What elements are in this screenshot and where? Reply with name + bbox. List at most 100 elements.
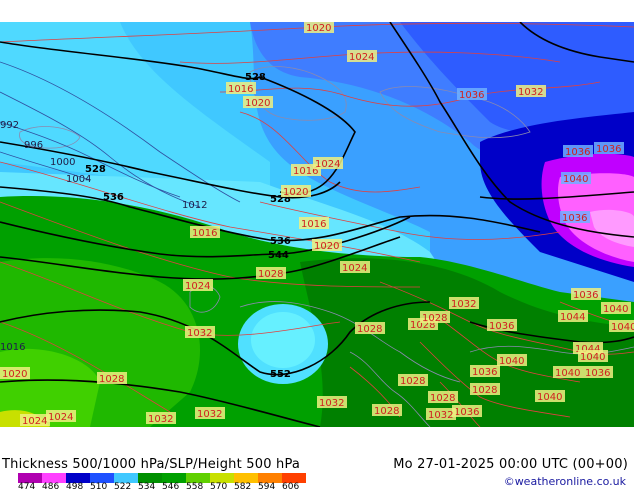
slp-label-text: 1036 [562, 213, 587, 224]
slp-label-text: 1024 [48, 412, 73, 423]
slp-label: 1040 [601, 302, 631, 315]
color-scale-tick: 594 [258, 482, 276, 492]
cutoff-low-inner [251, 312, 315, 368]
slp-label-text: 1028 [430, 393, 455, 404]
color-scale-ticks: 474 486 498 510 522 534 546 558 570 582 594 606 [18, 482, 306, 492]
slp-label: 1012 [182, 200, 207, 211]
slp-label-text: 1024 [342, 263, 367, 274]
slp-label: 1036 [571, 288, 601, 301]
slp-label-text: 1044 [560, 312, 585, 323]
slp-label: 1040 [535, 390, 565, 403]
slp-label-text: 1040 [563, 174, 588, 185]
slp-label-text: 1000 [50, 157, 75, 168]
slp-label-text: 1032 [187, 328, 212, 339]
slp-label: 1036 [487, 319, 517, 332]
slp-label-text: 1032 [319, 398, 344, 409]
slp-label-text: 1032 [148, 414, 173, 425]
slp-label: 1040 [609, 320, 634, 333]
slp-label-text: 1028 [99, 374, 124, 385]
slp-label: 1028 [428, 391, 458, 404]
slp-label: 1016 [0, 342, 25, 353]
slp-label-text: 1036 [565, 147, 590, 158]
slp-label-text: 1020 [245, 98, 270, 109]
slp-label: 1036 [470, 365, 500, 378]
color-scale-tick: 606 [282, 482, 300, 492]
slp-label: 1028 [398, 374, 428, 387]
slp-label: 1028 [256, 267, 286, 280]
slp-label-text: 1020 [2, 369, 27, 380]
slp-label: 1036 [452, 405, 482, 418]
slp-label: 1028 [420, 311, 450, 324]
slp-label: 1000 [50, 157, 75, 168]
color-scale-tick: 486 [42, 482, 60, 492]
slp-label-text: 1032 [518, 87, 543, 98]
color-scale-tick: 522 [114, 482, 132, 492]
slp-label: 1036 [583, 366, 613, 379]
slp-label-text: 1040 [580, 352, 605, 363]
credit-link[interactable]: ©weatheronline.co.uk [504, 475, 626, 488]
slp-label: 1036 [457, 88, 487, 101]
slp-label-text: 1036 [573, 290, 598, 301]
slp-label: 1032 [516, 85, 546, 98]
slp-label: 1024 [313, 157, 343, 170]
slp-label-text: 1040 [499, 356, 524, 367]
slp-label: 1036 [560, 211, 590, 224]
height-label: 536 [270, 236, 291, 247]
slp-label-text: 1016 [192, 228, 217, 239]
height-label: 536 [103, 192, 124, 203]
slp-label-text: 1036 [585, 368, 610, 379]
slp-label-text: 1024 [185, 281, 210, 292]
slp-label: 1044 [558, 310, 588, 323]
slp-label: 1020 [0, 367, 30, 380]
slp-label-text: 1036 [596, 144, 621, 155]
color-scale-tick: 510 [90, 482, 108, 492]
height-label: 552 [270, 369, 291, 380]
slp-label: 1016 [190, 226, 220, 239]
slp-label: 1024 [183, 279, 213, 292]
slp-label-text: 1016 [301, 219, 326, 230]
slp-label: 1016 [226, 82, 256, 95]
slp-label: 1020 [304, 22, 334, 34]
slp-label-text: 1028 [472, 385, 497, 396]
slp-label-text: 1024 [349, 52, 374, 63]
slp-label: 1032 [146, 412, 176, 425]
slp-label-text: 1024 [22, 416, 47, 427]
slp-label-text: 1028 [374, 406, 399, 417]
slp-label-text: 1028 [258, 269, 283, 280]
slp-label: 1016 [299, 217, 329, 230]
slp-label: 992 [0, 120, 19, 131]
map-title: Thickness 500/1000 hPa/SLP/Height 500 hP… [2, 457, 301, 472]
slp-label: 996 [24, 140, 43, 151]
slp-label: 1032 [185, 326, 215, 339]
height-label: 544 [268, 250, 289, 261]
height-label: 528 [245, 72, 266, 83]
slp-label-text: 1016 [228, 84, 253, 95]
slp-label: 1036 [594, 142, 624, 155]
color-scale-tick: 558 [186, 482, 204, 492]
slp-label: 1028 [355, 322, 385, 335]
slp-label: 1032 [195, 407, 225, 420]
slp-label-text: 1036 [472, 367, 497, 378]
slp-label-text: 1028 [357, 324, 382, 335]
color-scale-tick: 582 [234, 482, 252, 492]
map-date: Mo 27-01-2025 00:00 UTC (00+00) [393, 457, 628, 472]
slp-label: 1020 [281, 185, 311, 198]
slp-label-text: 1032 [197, 409, 222, 420]
slp-label-text: 1040 [555, 368, 580, 379]
slp-label: 1028 [470, 383, 500, 396]
slp-label-text: 1032 [451, 299, 476, 310]
slp-label-text: 1024 [315, 159, 340, 170]
weather-map: 528 528 536 528 536 544 552 1020 1024 10… [0, 22, 634, 427]
slp-label: 1024 [340, 261, 370, 274]
slp-label-text: 1028 [422, 313, 447, 324]
slp-label: 1032 [317, 396, 347, 409]
slp-label-text: 1036 [459, 90, 484, 101]
slp-label: 1036 [563, 145, 593, 158]
slp-label-text: 996 [24, 140, 43, 151]
slp-label: 1004 [66, 174, 91, 185]
slp-label-text: 1036 [454, 407, 479, 418]
slp-label-text: 1020 [314, 241, 339, 252]
slp-label: 1040 [497, 354, 527, 367]
slp-label: 1032 [449, 297, 479, 310]
slp-label: 1020 [243, 96, 273, 109]
